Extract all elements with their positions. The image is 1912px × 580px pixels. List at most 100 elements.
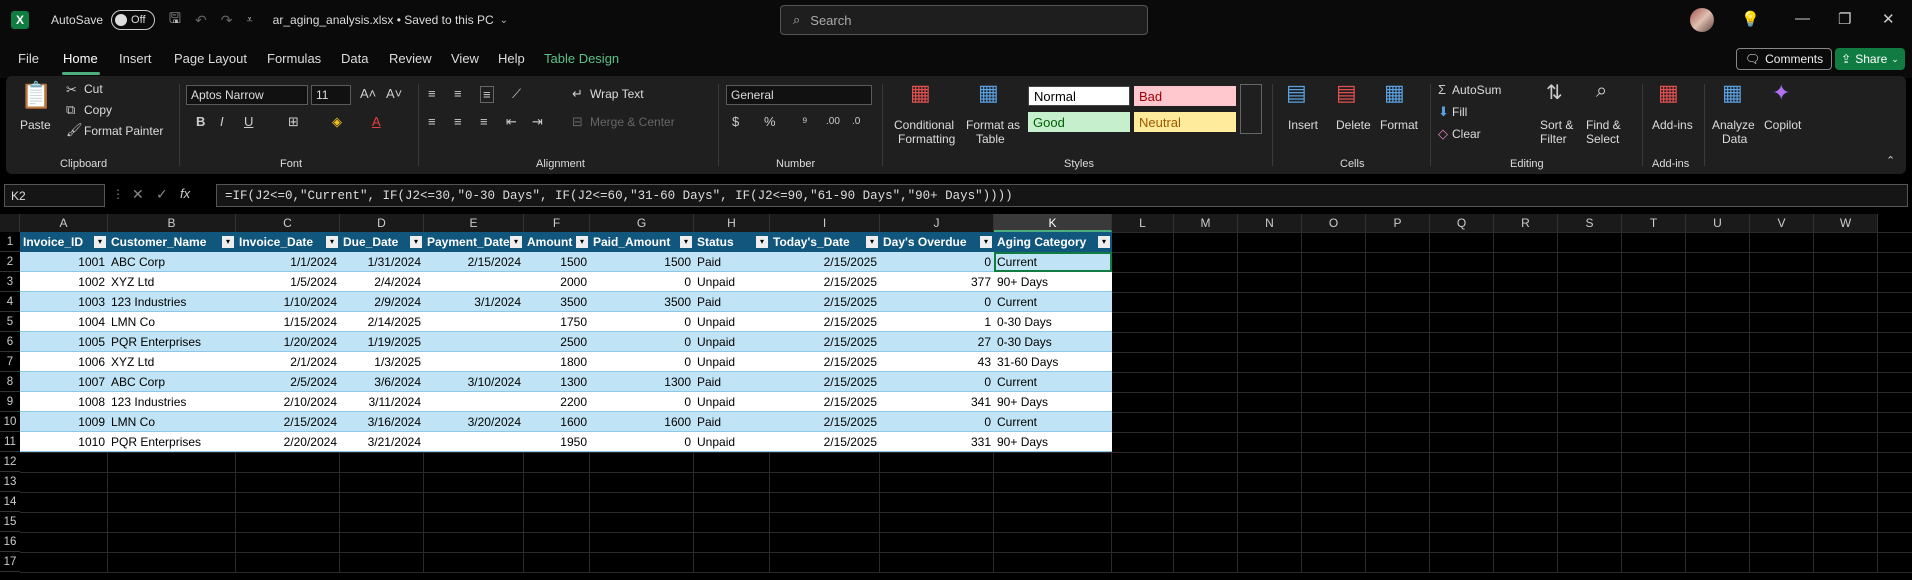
filter-dropdown-icon[interactable]: ▾ bbox=[680, 236, 692, 248]
italic-icon[interactable]: I bbox=[220, 114, 224, 129]
table-header-cell[interactable]: Invoice_Date ▾ bbox=[236, 232, 340, 252]
save-icon[interactable]: 🖫 bbox=[169, 8, 181, 32]
merge-icon[interactable]: ⊟ bbox=[572, 114, 583, 130]
comments-button[interactable]: 🗨 Comments bbox=[1736, 48, 1832, 70]
column-header[interactable]: G bbox=[590, 214, 694, 232]
table-cell[interactable]: 2/5/2024 bbox=[236, 372, 340, 392]
table-cell[interactable]: Unpaid bbox=[694, 312, 770, 332]
row-header[interactable]: 9 bbox=[0, 392, 20, 412]
table-cell[interactable]: 341 bbox=[880, 392, 994, 412]
table-cell[interactable]: 1600 bbox=[590, 412, 694, 432]
style-neutral[interactable]: Neutral bbox=[1134, 112, 1236, 132]
table-cell[interactable]: 331 bbox=[880, 432, 994, 452]
table-header-cell[interactable]: Day's Overdue ▾ bbox=[880, 232, 994, 252]
row-header[interactable]: 6 bbox=[0, 332, 20, 352]
analyze-data-icon[interactable]: ▦ bbox=[1722, 80, 1743, 106]
comma-icon[interactable]: ⁹ bbox=[802, 114, 808, 129]
table-cell[interactable]: 2200 bbox=[524, 392, 590, 412]
table-cell[interactable]: XYZ Ltd bbox=[108, 272, 236, 292]
file-name[interactable]: ar_aging_analysis.xlsx • Saved to this P… bbox=[273, 13, 494, 27]
table-cell[interactable]: 3500 bbox=[524, 292, 590, 312]
table-cell[interactable]: 1004 bbox=[20, 312, 108, 332]
table-cell[interactable]: 3/21/2024 bbox=[340, 432, 424, 452]
table-cell[interactable]: 0 bbox=[590, 312, 694, 332]
cut-icon[interactable]: ✂ bbox=[66, 82, 77, 98]
table-cell[interactable]: 0 bbox=[880, 412, 994, 432]
collapse-ribbon-icon[interactable]: ⌃ bbox=[1886, 154, 1895, 167]
table-cell[interactable]: 1/19/2025 bbox=[340, 332, 424, 352]
table-cell[interactable]: 2/15/2024 bbox=[424, 252, 524, 272]
clear-button[interactable]: Clear bbox=[1452, 127, 1481, 141]
table-cell[interactable]: 2/4/2024 bbox=[340, 272, 424, 292]
row-header[interactable]: 12 bbox=[0, 452, 20, 472]
table-cell[interactable] bbox=[424, 272, 524, 292]
column-header[interactable]: S bbox=[1558, 214, 1622, 232]
table-cell[interactable]: 1300 bbox=[524, 372, 590, 392]
table-cell[interactable]: 2/15/2025 bbox=[770, 252, 880, 272]
table-cell[interactable]: Current bbox=[994, 372, 1112, 392]
table-cell[interactable]: 0 bbox=[590, 272, 694, 292]
filter-dropdown-icon[interactable]: ▾ bbox=[222, 236, 234, 248]
increase-indent-icon[interactable]: ⇥ bbox=[532, 114, 543, 130]
filter-dropdown-icon[interactable]: ▾ bbox=[1098, 236, 1110, 248]
insert-cells-button[interactable]: Insert bbox=[1288, 118, 1318, 132]
row-header[interactable]: 17 bbox=[0, 552, 20, 572]
align-center-icon[interactable]: ≡ bbox=[454, 114, 462, 129]
sort-filter-button[interactable]: Sort & bbox=[1540, 118, 1573, 132]
table-cell[interactable]: Paid bbox=[694, 252, 770, 272]
analyze-data-button[interactable]: Analyze bbox=[1712, 118, 1755, 132]
conditional-formatting-button[interactable]: Conditional bbox=[894, 118, 954, 132]
table-cell[interactable]: 3/10/2024 bbox=[424, 372, 524, 392]
table-cell[interactable]: Paid bbox=[694, 292, 770, 312]
filter-dropdown-icon[interactable]: ▾ bbox=[410, 236, 422, 248]
row-header[interactable]: 4 bbox=[0, 292, 20, 312]
table-header-cell[interactable]: Today's_Date ▾ bbox=[770, 232, 880, 252]
table-cell[interactable]: 2500 bbox=[524, 332, 590, 352]
clear-icon[interactable]: ◇ bbox=[1438, 126, 1448, 142]
filter-dropdown-icon[interactable]: ▾ bbox=[510, 236, 522, 248]
add-ins-icon[interactable]: ▦ bbox=[1658, 80, 1679, 106]
column-header[interactable]: P bbox=[1366, 214, 1430, 232]
tab-home[interactable]: Home bbox=[63, 51, 98, 66]
column-header[interactable]: D bbox=[340, 214, 424, 232]
table-header-cell[interactable]: Paid_Amount ▾ bbox=[590, 232, 694, 252]
search-box[interactable]: ⌕ Search bbox=[780, 5, 1148, 35]
tab-table-design[interactable]: Table Design bbox=[544, 51, 619, 66]
table-cell[interactable]: Current bbox=[994, 412, 1112, 432]
table-cell[interactable]: Unpaid bbox=[694, 432, 770, 452]
align-left-icon[interactable]: ≡ bbox=[428, 114, 436, 129]
column-header[interactable]: F bbox=[524, 214, 590, 232]
tab-help[interactable]: Help bbox=[498, 51, 525, 66]
column-header[interactable]: J bbox=[880, 214, 994, 232]
column-header[interactable]: O bbox=[1302, 214, 1366, 232]
table-cell[interactable]: 2/20/2024 bbox=[236, 432, 340, 452]
style-good[interactable]: Good bbox=[1028, 112, 1130, 132]
table-header-cell[interactable]: Status ▾ bbox=[694, 232, 770, 252]
copy-icon[interactable]: ⧉ bbox=[66, 102, 75, 118]
table-cell[interactable]: 90+ Days bbox=[994, 432, 1112, 452]
column-header[interactable]: T bbox=[1622, 214, 1686, 232]
table-cell[interactable]: 2/15/2025 bbox=[770, 332, 880, 352]
percent-icon[interactable]: % bbox=[764, 114, 776, 129]
decrease-font-icon[interactable]: A˅ bbox=[386, 86, 402, 101]
format-painter-button[interactable]: Format Painter bbox=[84, 124, 163, 138]
table-cell[interactable]: ABC Corp bbox=[108, 252, 236, 272]
style-bad[interactable]: Bad bbox=[1134, 86, 1236, 106]
table-cell[interactable]: Current bbox=[994, 292, 1112, 312]
table-cell[interactable]: Paid bbox=[694, 372, 770, 392]
table-cell[interactable]: 1300 bbox=[590, 372, 694, 392]
row-header[interactable]: 5 bbox=[0, 312, 20, 332]
row-header[interactable]: 3 bbox=[0, 272, 20, 292]
table-cell[interactable]: 1/15/2024 bbox=[236, 312, 340, 332]
table-cell[interactable]: 90+ Days bbox=[994, 272, 1112, 292]
merge-center-button[interactable]: Merge & Center bbox=[590, 115, 675, 129]
table-cell[interactable]: PQR Enterprises bbox=[108, 432, 236, 452]
table-cell[interactable]: Unpaid bbox=[694, 352, 770, 372]
row-header[interactable]: 16 bbox=[0, 532, 20, 552]
fill-color-icon[interactable]: ◈ bbox=[332, 114, 342, 130]
table-cell[interactable]: 90+ Days bbox=[994, 392, 1112, 412]
row-header[interactable]: 11 bbox=[0, 432, 20, 452]
table-cell[interactable]: 1001 bbox=[20, 252, 108, 272]
table-cell[interactable] bbox=[424, 332, 524, 352]
table-cell[interactable]: 2/15/2025 bbox=[770, 432, 880, 452]
